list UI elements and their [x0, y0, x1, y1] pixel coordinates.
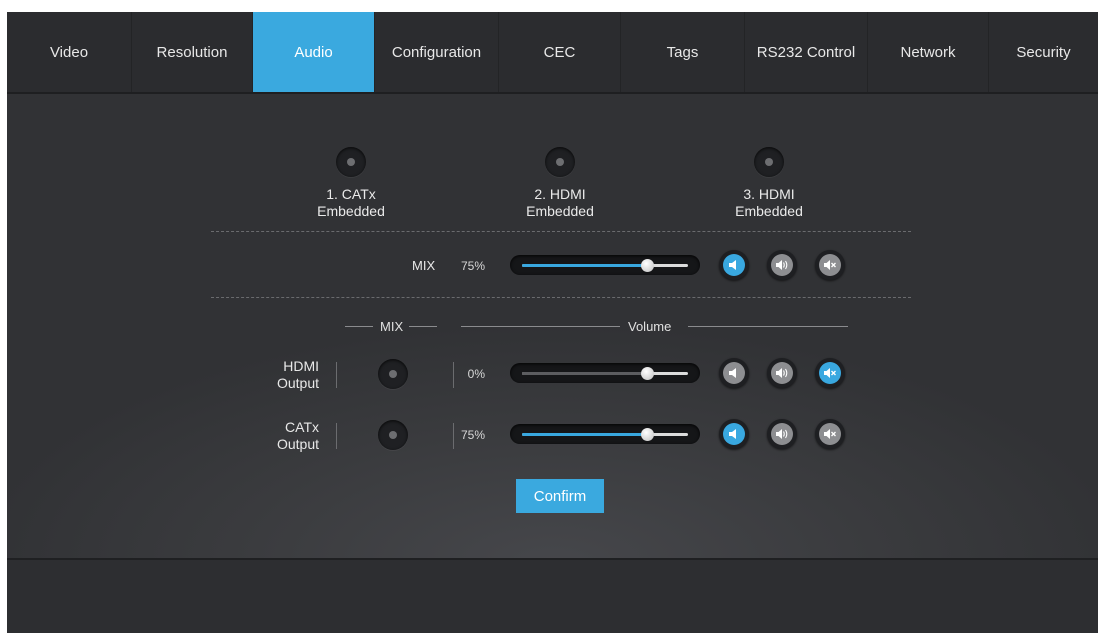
input-1-label-line1: 1. CATx	[326, 186, 376, 202]
catx-output-speaker-low-button[interactable]	[719, 419, 749, 449]
catx-output-label-line1: CATx	[285, 419, 319, 435]
tab-tags[interactable]: Tags	[621, 12, 745, 92]
volume-column-header: Volume	[628, 319, 672, 334]
tab-label: Video	[49, 43, 89, 61]
tab-cec[interactable]: CEC	[499, 12, 621, 92]
tab-label: RS232 Control	[756, 43, 856, 61]
audio-panel: 1. CATx Embedded 2. HDMI Embedded 3. HDM…	[7, 94, 1098, 558]
tab-security[interactable]: Security	[989, 12, 1098, 92]
slider-fill	[522, 372, 647, 375]
mix-header-line-left	[345, 326, 373, 327]
slider-thumb[interactable]	[641, 259, 654, 272]
hdmi-output-mute-button[interactable]	[815, 358, 845, 388]
speaker-high-icon	[776, 368, 788, 378]
speaker-low-icon	[729, 429, 736, 439]
catx-output-speaker-high-button[interactable]	[767, 419, 797, 449]
input-3-label: 3. HDMI Embedded	[709, 186, 829, 220]
catx-output-mute-button[interactable]	[815, 419, 845, 449]
input-3-label-line2: Embedded	[735, 203, 803, 219]
hdmi-output-speaker-low-button[interactable]	[719, 358, 749, 388]
speaker-mute-icon	[824, 368, 836, 378]
mix-column-header: MIX	[380, 319, 404, 334]
divider-top	[211, 231, 911, 232]
tab-audio[interactable]: Audio	[253, 12, 375, 92]
hdmi-output-volume-slider[interactable]	[510, 363, 700, 383]
speaker-low-icon	[729, 368, 736, 378]
footer-area	[7, 560, 1098, 633]
tab-label: Network	[900, 43, 956, 61]
input-1-label: 1. CATx Embedded	[291, 186, 411, 220]
speaker-high-icon	[776, 429, 788, 439]
tab-configuration[interactable]: Configuration	[375, 12, 499, 92]
input-3-knob[interactable]	[754, 147, 784, 177]
speaker-mute-icon	[824, 429, 836, 439]
divider-bottom	[211, 297, 911, 298]
mix-header-line-right	[409, 326, 437, 327]
slider-thumb[interactable]	[641, 428, 654, 441]
tab-label: Configuration	[391, 43, 482, 61]
mix-row-label: MIX	[412, 258, 436, 273]
catx-output-label-line2: Output	[276, 436, 319, 452]
tab-label: Audio	[294, 43, 333, 61]
tab-network[interactable]: Network	[868, 12, 989, 92]
input-2-label-line1: 2. HDMI	[534, 186, 586, 202]
speaker-high-icon	[776, 260, 788, 270]
tab-bar: Video Resolution Audio Configuration CEC…	[7, 12, 1098, 92]
mix-row-percent: 75%	[460, 259, 485, 273]
hdmi-output-percent: 0%	[467, 367, 485, 381]
catx-output-mix-knob[interactable]	[378, 420, 408, 450]
slider-fill	[522, 433, 647, 436]
input-2-knob[interactable]	[545, 147, 575, 177]
mix-mute-button[interactable]	[815, 250, 845, 280]
mix-volume-slider[interactable]	[510, 255, 700, 275]
tab-resolution[interactable]: Resolution	[132, 12, 253, 92]
input-2-label: 2. HDMI Embedded	[500, 186, 620, 220]
hdmi-output-speaker-high-button[interactable]	[767, 358, 797, 388]
mix-speaker-low-button[interactable]	[719, 250, 749, 280]
slider-fill	[522, 264, 647, 267]
slider-thumb[interactable]	[641, 367, 654, 380]
speaker-mute-icon	[824, 260, 836, 270]
tab-label: Tags	[666, 43, 699, 61]
hdmi-output-label-line1: HDMI	[283, 358, 319, 374]
separator	[336, 362, 337, 388]
hdmi-output-label: HDMI Output	[257, 358, 319, 392]
confirm-button[interactable]: Confirm	[516, 479, 604, 513]
tab-label: Resolution	[156, 43, 228, 61]
input-1-label-line2: Embedded	[317, 203, 385, 219]
speaker-low-icon	[729, 260, 736, 270]
tab-label: Security	[1016, 43, 1071, 61]
input-1-knob[interactable]	[336, 147, 366, 177]
input-3-label-line1: 3. HDMI	[743, 186, 795, 202]
tab-label: CEC	[543, 43, 576, 61]
volume-header-line-right	[688, 326, 848, 327]
tab-rs232-control[interactable]: RS232 Control	[745, 12, 868, 92]
tab-video[interactable]: Video	[7, 12, 132, 92]
hdmi-output-mix-knob[interactable]	[378, 359, 408, 389]
audio-settings-app: Video Resolution Audio Configuration CEC…	[7, 12, 1098, 633]
hdmi-output-label-line2: Output	[276, 375, 319, 391]
catx-output-volume-slider[interactable]	[510, 424, 700, 444]
separator	[336, 423, 337, 449]
volume-header-line-left	[461, 326, 620, 327]
catx-output-percent: 75%	[460, 428, 485, 442]
mix-speaker-high-button[interactable]	[767, 250, 797, 280]
catx-output-label: CATx Output	[257, 419, 319, 453]
input-2-label-line2: Embedded	[526, 203, 594, 219]
